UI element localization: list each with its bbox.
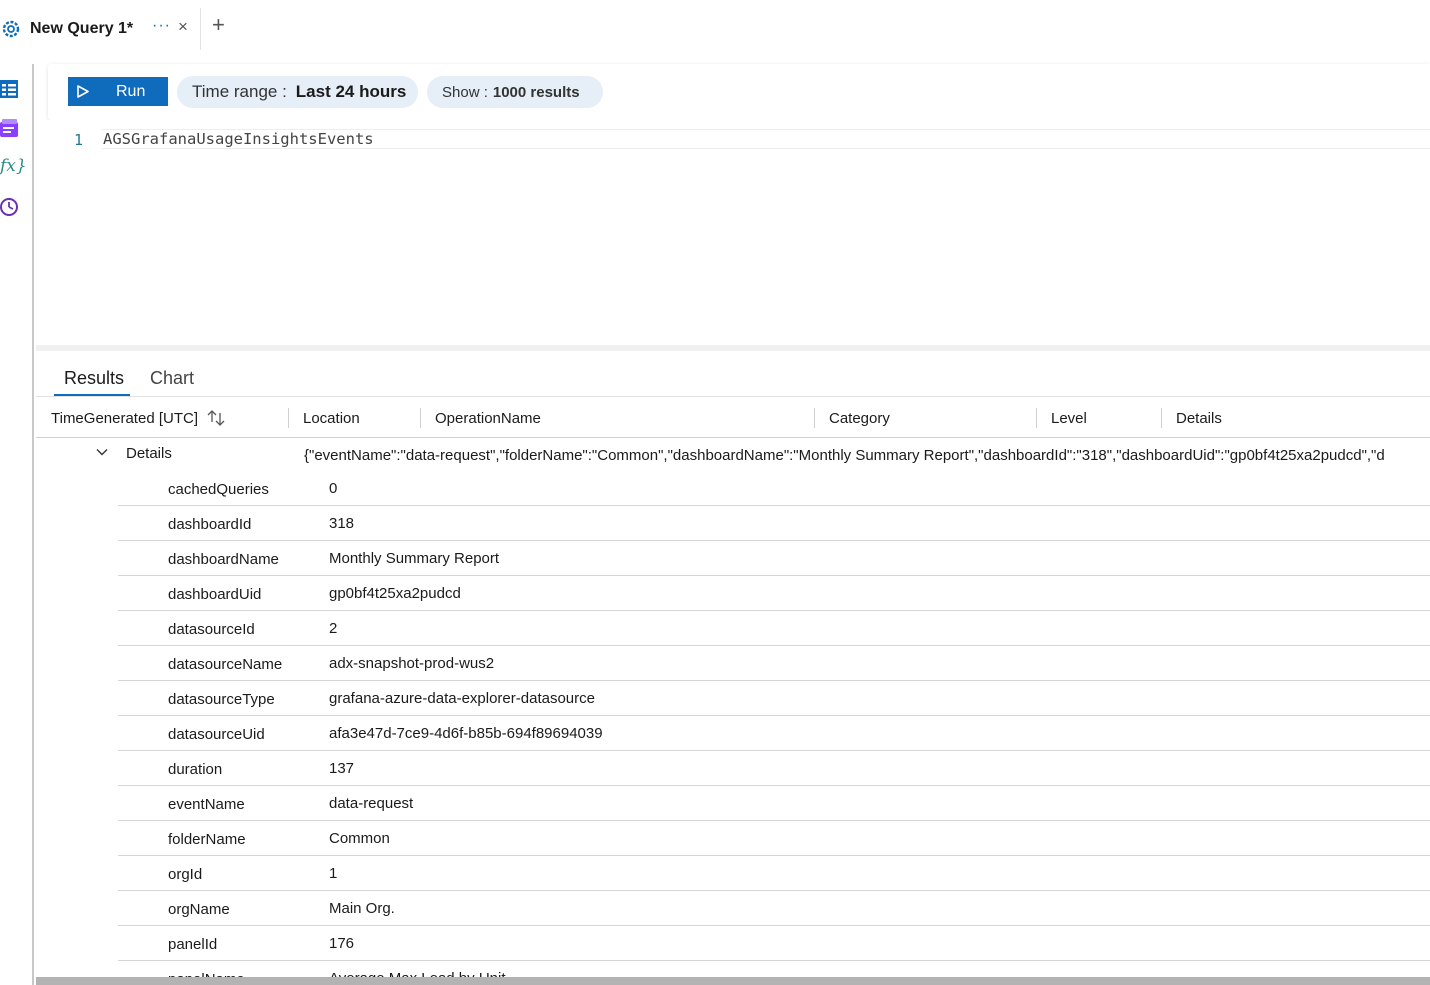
run-button[interactable]: Run: [68, 77, 168, 106]
result-limit-label: Show :: [442, 83, 488, 101]
column-separator[interactable]: [1161, 408, 1162, 428]
detail-property-row[interactable]: dashboardUid gp0bf4t25xa2pudcd: [118, 576, 1430, 611]
play-icon: [77, 85, 89, 98]
detail-property-key: dashboardId: [168, 516, 252, 533]
detail-property-row[interactable]: datasourceName adx-snapshot-prod-wus2: [118, 646, 1430, 681]
detail-property-value: 137: [329, 760, 355, 777]
column-header-operationname[interactable]: OperationName: [435, 410, 541, 427]
detail-property-key: dashboardUid: [168, 586, 262, 603]
query-tab-title: New Query 1*: [30, 20, 134, 37]
column-separator[interactable]: [1036, 408, 1037, 428]
detail-property-value: Monthly Summary Report: [329, 550, 500, 567]
detail-property-key: datasourceType: [168, 691, 275, 708]
query-text[interactable]: AGSGrafanaUsageInsightsEvents: [102, 129, 1430, 149]
time-range-picker[interactable]: Time range : Last 24 hours: [177, 76, 418, 108]
pane-splitter[interactable]: [36, 345, 1430, 351]
tab-chart[interactable]: Chart: [150, 368, 194, 389]
run-label: Run: [116, 83, 146, 100]
query-tab-bar: New Query 1* ··· × +: [0, 0, 1430, 58]
detail-property-key: datasourceId: [168, 621, 255, 638]
detail-property-value: grafana-azure-data-explorer-datasource: [329, 690, 595, 707]
column-header-category[interactable]: Category: [829, 410, 890, 427]
result-limit-picker[interactable]: Show : 1000 results: [427, 76, 603, 108]
detail-property-row[interactable]: folderName Common: [118, 821, 1430, 856]
detail-property-key: eventName: [168, 796, 245, 813]
detail-property-row[interactable]: duration 137: [118, 751, 1430, 786]
column-header-level[interactable]: Level: [1051, 410, 1087, 427]
horizontal-scrollbar[interactable]: [36, 977, 1430, 985]
line-number: 1: [74, 131, 84, 149]
query-tab[interactable]: New Query 1* ··· ×: [0, 8, 201, 50]
query-editor[interactable]: 1 AGSGrafanaUsageInsightsEvents: [36, 120, 1430, 345]
detail-property-row[interactable]: eventName data-request: [118, 786, 1430, 821]
more-options-icon[interactable]: ···: [152, 17, 171, 35]
detail-property-row[interactable]: orgName Main Org.: [118, 891, 1430, 926]
queries-icon[interactable]: [0, 117, 20, 139]
detail-property-row[interactable]: dashboardId 318: [118, 506, 1430, 541]
detail-property-row[interactable]: dashboardName Monthly Summary Report: [118, 541, 1430, 576]
time-range-label: Time range :: [192, 82, 287, 101]
detail-property-key: cachedQueries: [168, 481, 269, 498]
detail-property-key: folderName: [168, 831, 246, 848]
detail-property-value: afa3e47d-7ce9-4d6f-b85b-694f89694039: [329, 725, 603, 742]
detail-property-row[interactable]: datasourceType grafana-azure-data-explore…: [118, 681, 1430, 716]
result-limit-value: 1000 results: [492, 83, 580, 101]
detail-property-row[interactable]: orgId 1: [118, 856, 1430, 891]
detail-property-key: datasourceUid: [168, 726, 265, 743]
detail-property-value: 1: [329, 865, 338, 882]
sort-icon[interactable]: [206, 409, 226, 427]
detail-property-value: Common: [329, 830, 390, 847]
detail-property-row[interactable]: panelNameAverage Max Load by Unit: [118, 961, 1430, 977]
grafana-logo-icon: [2, 20, 20, 38]
detail-property-row[interactable]: datasourceId 2: [118, 611, 1430, 646]
detail-property-key: orgName: [168, 901, 230, 918]
detail-property-row[interactable]: cachedQueries 0: [118, 471, 1430, 506]
column-header-details[interactable]: Details: [1176, 410, 1222, 427]
detail-property-value: Main Org.: [329, 900, 395, 917]
detail-property-key: orgId: [168, 866, 203, 883]
detail-property-value: 318: [329, 515, 355, 532]
detail-property-key: dashboardName: [168, 551, 279, 568]
column-header-location[interactable]: Location: [303, 410, 360, 427]
close-tab-icon[interactable]: ×: [178, 17, 188, 37]
details-property-list: cachedQueries 0 dashboardId 318 dashboardNam…: [118, 471, 1430, 977]
add-tab-icon[interactable]: +: [212, 14, 225, 36]
query-toolbar: Run Time range : Last 24 hours Show : 10…: [48, 64, 1430, 120]
details-expanded-row: Details {"eventName":"data-request","fol…: [36, 439, 1430, 471]
detail-property-row[interactable]: datasourceUid afa3e47d-7ce9-4d6f-b85b-694…: [118, 716, 1430, 751]
detail-property-row[interactable]: panelId 176: [118, 926, 1430, 961]
detail-property-value: 176: [329, 935, 355, 952]
detail-property-key: datasourceName: [168, 656, 283, 673]
details-json-value: {"eventName":"data-request","folderName"…: [304, 447, 1385, 464]
detail-property-value: adx-snapshot-prod-wus2: [329, 655, 495, 672]
chevron-down-icon[interactable]: [96, 446, 108, 458]
functions-icon[interactable]: fx}: [0, 156, 27, 178]
time-range-value: Last 24 hours: [295, 82, 407, 101]
result-tabs-divider: [36, 396, 1430, 397]
details-field-label: Details: [126, 445, 172, 462]
detail-property-value: gp0bf4t25xa2pudcd: [329, 585, 461, 602]
column-separator[interactable]: [420, 408, 421, 428]
tables-icon[interactable]: [0, 78, 20, 100]
history-icon[interactable]: [0, 196, 20, 218]
detail-property-value: data-request: [329, 795, 414, 812]
detail-property-key: duration: [168, 761, 223, 778]
detail-property-key: panelId: [168, 936, 218, 953]
column-header-timegenerated[interactable]: TimeGenerated [UTC]: [51, 410, 198, 427]
detail-property-value: Average Max Load by Unit: [329, 970, 506, 977]
detail-property-value: 0: [329, 480, 338, 497]
column-separator[interactable]: [814, 408, 815, 428]
column-separator[interactable]: [288, 408, 289, 428]
detail-property-value: 2: [329, 620, 338, 637]
tab-results[interactable]: Results: [64, 368, 124, 389]
left-rail: fx}: [0, 64, 34, 985]
results-grid-header: TimeGenerated [UTC] Location OperationNa…: [36, 398, 1430, 438]
